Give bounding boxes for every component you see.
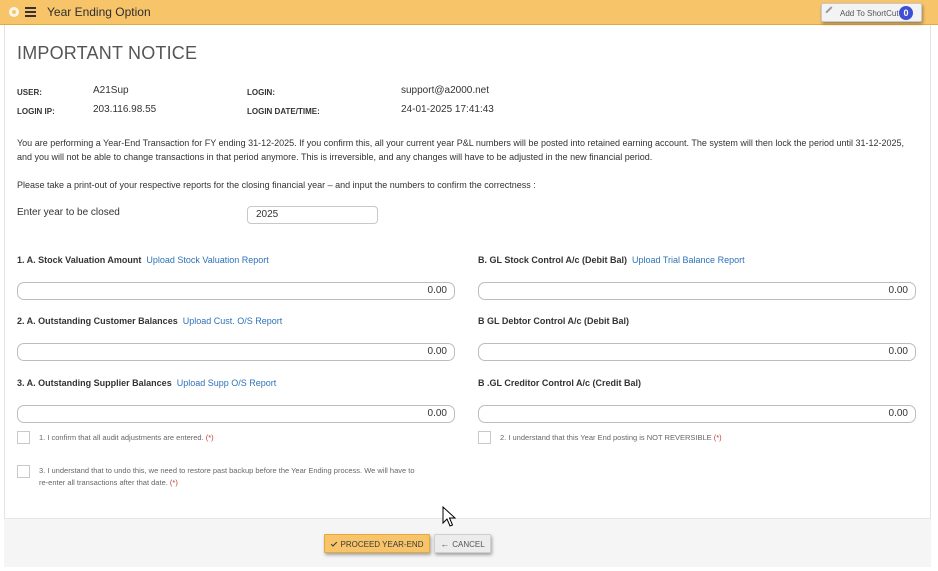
gear-icon[interactable] xyxy=(9,7,19,17)
stock-valuation-title: 1. A. Stock Valuation Amount Upload Stock… xyxy=(17,255,269,265)
gl-stock-title: B. GL Stock Control A/c (Debit Bal) Uploa… xyxy=(478,255,745,265)
upload-trial-balance-link[interactable]: Upload Trial Balance Report xyxy=(632,255,745,265)
cancel-label: CANCEL xyxy=(452,540,485,549)
confirm-audit-text: 1. I confirm that all audit adjustments … xyxy=(39,432,214,444)
customer-balances-input[interactable]: 0.00 xyxy=(17,343,455,361)
warning-text: You are performing a Year-End Transactio… xyxy=(17,138,905,162)
required-mark: (*) xyxy=(169,478,178,487)
confirm-restore-backup-text: 3. I understand that to undo this, we ne… xyxy=(39,465,459,489)
customer-balances-label: 2. A. Outstanding Customer Balances xyxy=(17,316,178,326)
login-ip-value: 203.116.98.55 xyxy=(93,104,157,115)
year-input[interactable]: 2025 xyxy=(247,206,378,224)
title-bar: Year Ending Option Add To ShortCut 0 xyxy=(0,0,938,25)
gl-debtor-input[interactable]: 0.00 xyxy=(478,343,916,361)
year-label: Enter year to be closed xyxy=(17,207,120,218)
required-mark: (*) xyxy=(205,433,214,442)
confirm-restore-line2: re-enter all transactions after that dat… xyxy=(39,478,168,487)
page-heading: IMPORTANT NOTICE xyxy=(17,43,198,63)
shortcut-count-badge: 0 xyxy=(899,6,913,20)
required-mark: (*) xyxy=(713,433,722,442)
confirm-not-reversible-checkbox[interactable] xyxy=(478,431,491,444)
add-to-shortcut-label: Add To ShortCut xyxy=(840,9,899,18)
gl-creditor-input[interactable]: 0.00 xyxy=(478,405,916,423)
confirm-audit-checkbox[interactable] xyxy=(17,431,30,444)
login-value: support@a2000.net xyxy=(401,85,489,96)
gl-stock-label: B. GL Stock Control A/c (Debit Bal) xyxy=(478,255,628,265)
stock-valuation-input[interactable]: 0.00 xyxy=(17,282,455,300)
supplier-balances-label: 3. A. Outstanding Supplier Balances xyxy=(17,378,172,388)
stock-valuation-label: 1. A. Stock Valuation Amount xyxy=(17,255,142,265)
gl-stock-input[interactable]: 0.00 xyxy=(478,282,916,300)
confirm-restore-backup-checkbox[interactable] xyxy=(17,465,30,478)
check-icon xyxy=(330,540,337,547)
confirm-not-reversible-label: 2. I understand that this Year End posti… xyxy=(500,433,712,442)
confirm-audit-label: 1. I confirm that all audit adjustments … xyxy=(39,433,204,442)
login-ip-label: LOGIN IP: xyxy=(17,107,55,116)
supplier-balances-title: 3. A. Outstanding Supplier Balances Uploa… xyxy=(17,378,276,388)
upload-supp-os-link[interactable]: Upload Supp O/S Report xyxy=(177,378,277,388)
confirm-restore-line2-wrap: re-enter all transactions after that dat… xyxy=(39,477,459,489)
login-label: LOGIN: xyxy=(247,88,275,97)
supplier-balances-input[interactable]: 0.00 xyxy=(17,405,455,423)
cancel-button[interactable]: ← CANCEL xyxy=(434,534,491,553)
upload-stock-valuation-link[interactable]: Upload Stock Valuation Report xyxy=(146,255,268,265)
gl-debtor-title: B GL Debtor Control A/c (Debit Bal) xyxy=(478,316,630,326)
confirm-not-reversible-text: 2. I understand that this Year End posti… xyxy=(500,432,722,444)
instruction-text: Please take a print-out of your respecti… xyxy=(17,180,536,190)
gl-creditor-title: B .GL Creditor Control A/c (Credit Bal) xyxy=(478,378,642,388)
hamburger-menu-icon[interactable] xyxy=(25,7,36,17)
add-to-shortcut-button[interactable]: Add To ShortCut 0 xyxy=(821,3,922,22)
login-datetime-value: 24-01-2025 17:41:43 xyxy=(401,104,494,115)
window-title: Year Ending Option xyxy=(47,5,151,19)
arrow-left-icon: ← xyxy=(440,539,450,549)
user-label: USER: xyxy=(17,88,42,97)
login-datetime-label: LOGIN DATE/TIME: xyxy=(247,107,320,116)
proceed-label: PROCEED YEAR-END xyxy=(340,540,424,549)
upload-cust-os-link[interactable]: Upload Cust. O/S Report xyxy=(183,316,283,326)
proceed-year-end-button[interactable]: PROCEED YEAR-END xyxy=(324,534,430,553)
customer-balances-title: 2. A. Outstanding Customer Balances Uploa… xyxy=(17,316,282,326)
user-value: A21Sup xyxy=(93,85,129,96)
confirm-restore-line1: 3. I understand that to undo this, we ne… xyxy=(39,466,415,475)
pencil-icon xyxy=(825,6,837,18)
